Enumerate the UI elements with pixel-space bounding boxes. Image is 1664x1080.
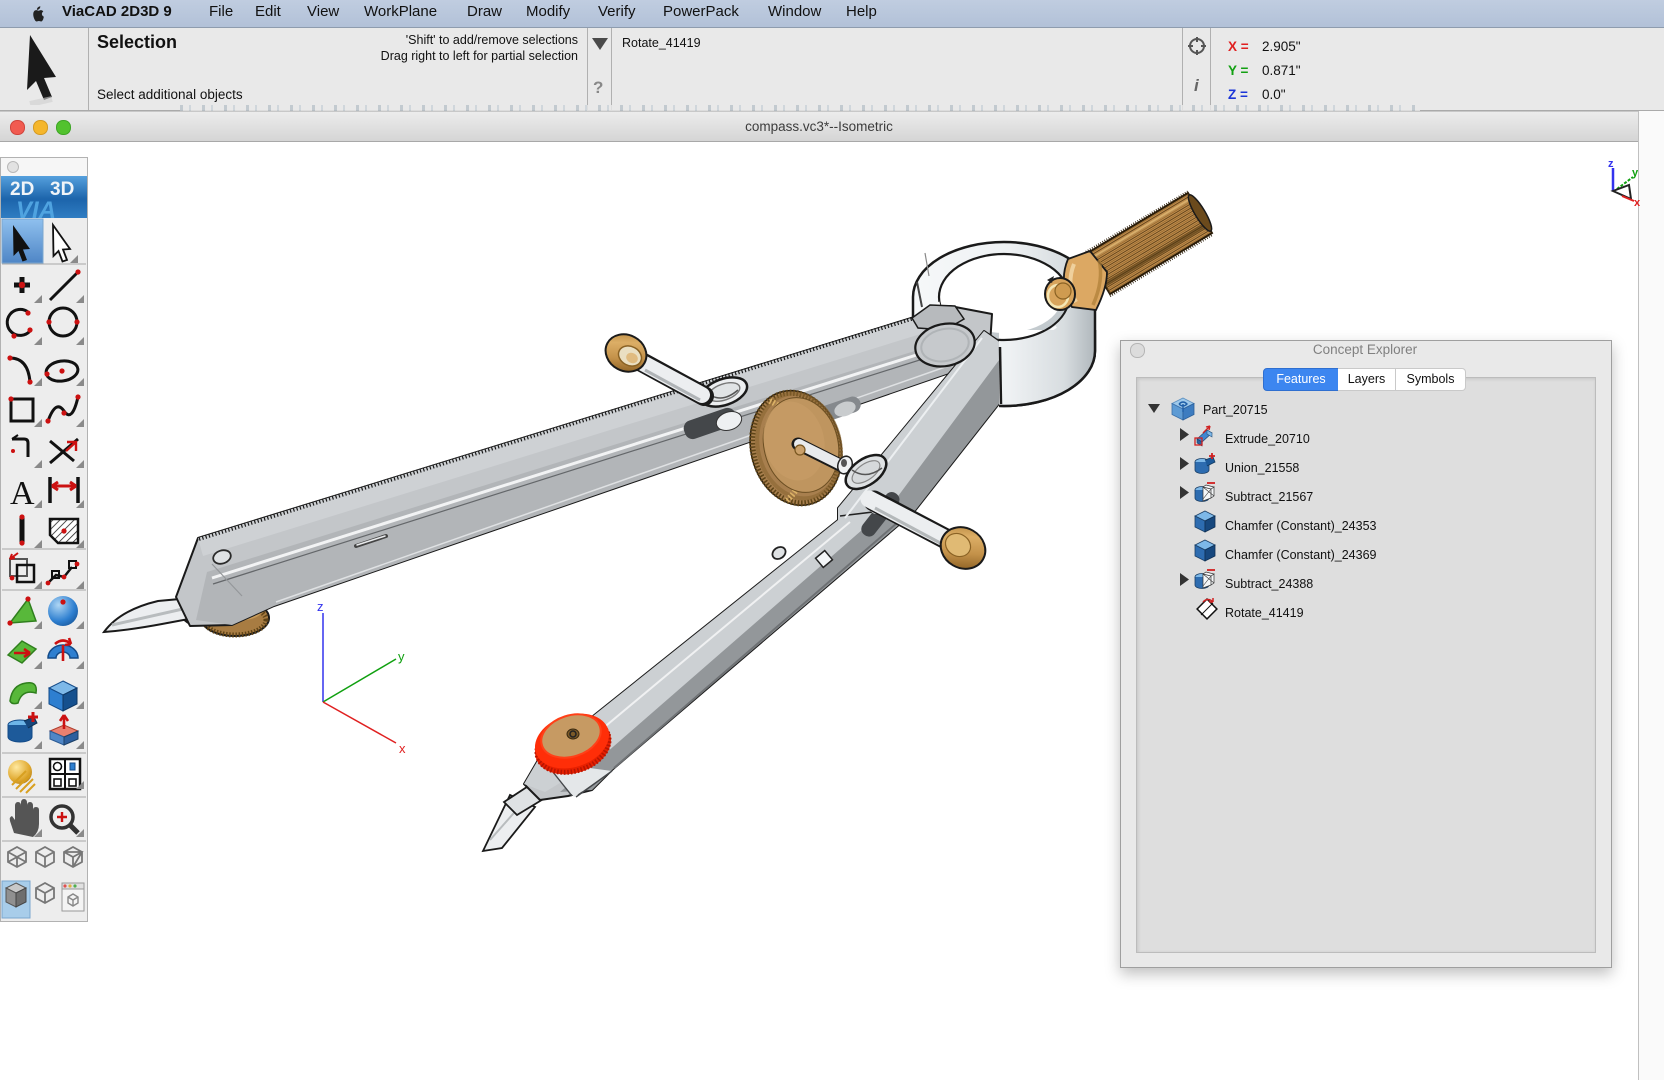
svg-text:Extrude_20710: Extrude_20710 — [1225, 432, 1310, 446]
svg-text:Chamfer (Constant)_24369: Chamfer (Constant)_24369 — [1225, 548, 1377, 562]
svg-text:x: x — [399, 741, 406, 756]
svg-text:z: z — [317, 599, 324, 614]
svg-text:y: y — [398, 649, 405, 664]
svg-text:Part_20715: Part_20715 — [1203, 403, 1268, 417]
svg-text:A: A — [10, 475, 35, 512]
svg-text:Rotate_41419: Rotate_41419 — [1225, 606, 1304, 620]
svg-text:Subtract_24388: Subtract_24388 — [1225, 577, 1313, 591]
svg-text:y: y — [1632, 167, 1639, 179]
svg-text:z: z — [1608, 158, 1614, 170]
svg-text:Chamfer (Constant)_24353: Chamfer (Constant)_24353 — [1225, 519, 1377, 533]
svg-text:Union_21558: Union_21558 — [1225, 461, 1299, 475]
svg-text:x: x — [1634, 197, 1641, 209]
svg-text:Subtract_21567: Subtract_21567 — [1225, 490, 1313, 504]
